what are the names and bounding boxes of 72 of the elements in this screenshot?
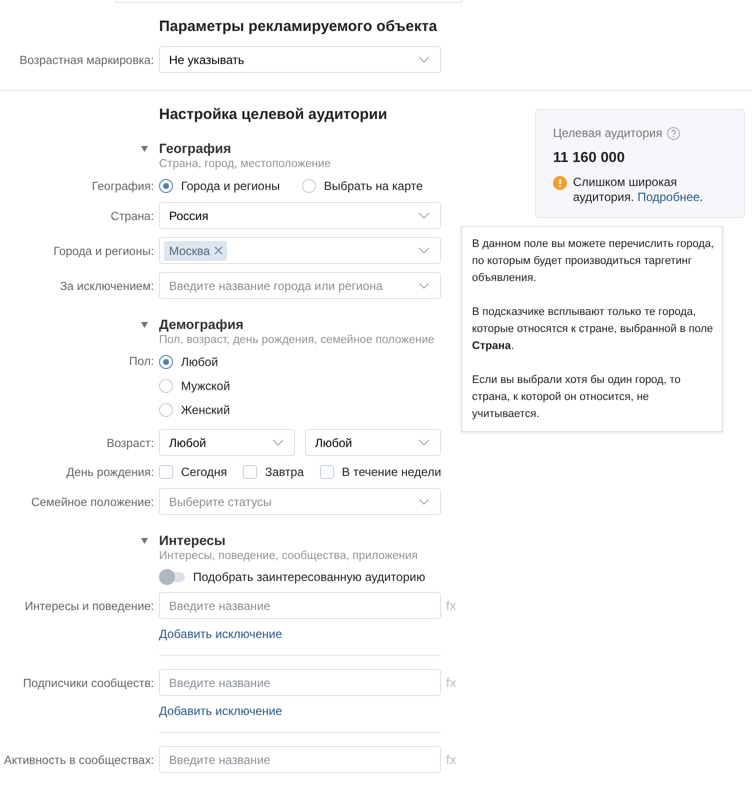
- add-exclusion-link[interactable]: Добавить исключение: [159, 704, 282, 718]
- group-subtitle: Пол, возраст, день рождения, семейное положение: [158, 334, 436, 346]
- checkbox-label: В течение недели: [342, 465, 442, 479]
- tag-select-field[interactable]: Москва: [159, 237, 441, 264]
- radio-label: Любой: [181, 355, 218, 369]
- radio-button[interactable]: [159, 179, 173, 193]
- details-link[interactable]: Подробнее: [637, 190, 700, 204]
- field-label: За исключением:: [60, 278, 154, 292]
- chevron-icon: [418, 498, 430, 505]
- radio-label: Города и регионы: [181, 179, 280, 193]
- radio-label: Выбрать на карте: [324, 179, 423, 193]
- group-subtitle: Интересы, поведение, сообщества, приложения: [158, 550, 419, 562]
- group-heading: Демография: [159, 317, 245, 332]
- select-field[interactable]: Любой: [305, 429, 441, 456]
- field-label: Интересы и поведение:: [24, 598, 154, 612]
- chevron-icon: [418, 56, 430, 63]
- chevron-icon: [418, 212, 430, 219]
- tooltip-text: Если вы выбрали хотя бы один город, то страна, к которой он относится, не учитывается.: [472, 373, 682, 422]
- city-tag[interactable]: Москва: [164, 240, 227, 260]
- formula-label: fx: [446, 675, 456, 690]
- field-label: День рождения:: [66, 465, 154, 479]
- collapse-icon[interactable]: [141, 538, 148, 544]
- select-field[interactable]: Любой: [159, 429, 295, 456]
- help-icon[interactable]: [667, 126, 680, 140]
- remove-icon[interactable]: [214, 246, 223, 255]
- checkbox[interactable]: [320, 465, 334, 479]
- tooltip-text: В данном поле вы можете перечислить города, по которым будет производиться таргетинг объявления.: [472, 237, 714, 286]
- add-exclusion-link[interactable]: Добавить исключение: [159, 627, 282, 641]
- audience-count: 11 160 000: [553, 150, 626, 166]
- collapse-icon[interactable]: [141, 146, 148, 152]
- chevron-icon: [418, 439, 430, 446]
- checkbox[interactable]: [243, 465, 257, 479]
- group-heading: Интересы: [159, 533, 227, 548]
- checkbox[interactable]: [159, 465, 173, 479]
- collapse-icon[interactable]: [141, 322, 148, 328]
- field-label: География:: [92, 179, 154, 193]
- field-label: Возраст:: [106, 436, 154, 450]
- radio-label: Женский: [181, 403, 230, 417]
- warning-icon: [553, 176, 567, 190]
- select-field[interactable]: Не указывать: [159, 46, 441, 73]
- toggle-switch[interactable]: [159, 572, 185, 582]
- radio-label: Мужской: [181, 379, 230, 393]
- field-label: Активность в сообществах:: [4, 752, 154, 766]
- section-title: Параметры рекламируемого объекта: [158, 17, 438, 37]
- group-heading: География: [159, 141, 232, 156]
- input-field[interactable]: Введите название: [159, 746, 441, 773]
- radio-button[interactable]: [302, 179, 316, 193]
- card-title: Целевая аудитория: [553, 126, 662, 140]
- checkbox-label: Завтра: [265, 465, 304, 479]
- input-field[interactable]: Введите название: [159, 669, 441, 696]
- toggle-label: Подобрать заинтересованную аудиторию: [193, 570, 426, 584]
- chevron-icon: [418, 282, 430, 289]
- radio-button[interactable]: [159, 403, 173, 417]
- field-label: Страна:: [110, 208, 154, 222]
- chevron-icon: [272, 439, 284, 446]
- formula-label: fx: [446, 752, 456, 767]
- checkbox-label: Сегодня: [181, 465, 227, 479]
- field-label: Возрастная маркировка:: [19, 52, 154, 66]
- field-label: Подписчики сообществ:: [22, 676, 154, 690]
- radio-button[interactable]: [159, 379, 173, 393]
- group-subtitle: Страна, город, местоположение: [158, 158, 332, 170]
- radio-button[interactable]: [159, 355, 173, 369]
- field-label: Пол:: [129, 354, 154, 368]
- select-field[interactable]: Россия: [159, 202, 441, 229]
- tooltip-text: В подсказчике всплывают только те города, которые относятся к стране, выбранной в поле Страна.: [472, 305, 714, 354]
- field-label: Города и регионы:: [54, 244, 154, 258]
- section-title: Настройка целевой аудитории: [158, 105, 388, 125]
- chevron-icon: [418, 247, 430, 254]
- warning-text: Слишком широкая аудитория. Подробнее.: [573, 175, 704, 205]
- field-label: Семейное положение:: [31, 494, 154, 508]
- input-field[interactable]: Введите название: [159, 592, 441, 619]
- formula-label: fx: [446, 598, 456, 613]
